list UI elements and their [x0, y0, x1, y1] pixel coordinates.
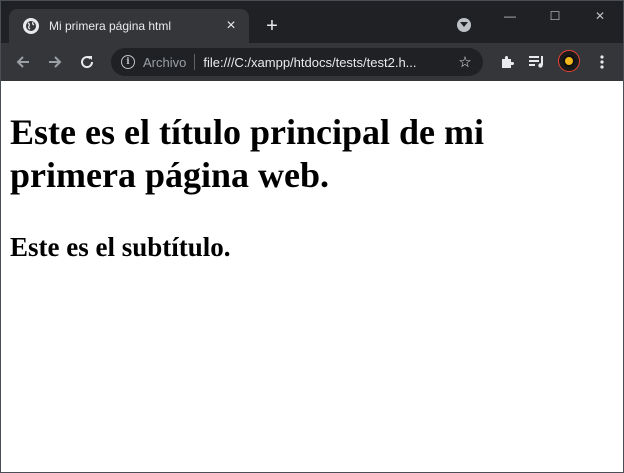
kebab-menu-icon[interactable]: [590, 50, 614, 74]
reload-icon[interactable]: [75, 50, 99, 74]
close-tab-icon[interactable]: ×: [221, 16, 241, 36]
scheme-label: Archivo: [143, 54, 187, 70]
browser-window: Mi primera página html × + — ☐ ✕ i Archi…: [0, 0, 624, 473]
tab-title: Mi primera página html: [49, 19, 172, 33]
page-heading: Este es el título principal de mi primer…: [10, 112, 484, 195]
globe-icon: [23, 18, 39, 34]
tab-strip: Mi primera página html × + — ☐ ✕: [1, 1, 623, 43]
browser-tab[interactable]: Mi primera página html ×: [9, 9, 249, 43]
playlist-icon[interactable]: [525, 50, 549, 74]
address-bar[interactable]: i Archivo file:///C:/xampp/htdocs/tests/…: [111, 48, 483, 76]
profile-avatar[interactable]: [558, 50, 580, 72]
puzzle-icon[interactable]: [495, 50, 519, 74]
arrow-left-icon[interactable]: [11, 50, 35, 74]
avatar-image: [563, 55, 575, 67]
browser-toolbar: i Archivo file:///C:/xampp/htdocs/tests/…: [1, 43, 623, 81]
address-divider: [194, 54, 196, 70]
maximize-button[interactable]: ☐: [532, 3, 578, 29]
arrow-right-icon[interactable]: [43, 50, 67, 74]
close-window-button[interactable]: ✕: [577, 3, 623, 29]
url-text[interactable]: file:///C:/xampp/htdocs/tests/test2.h...: [203, 55, 455, 70]
tab-search-icon[interactable]: [457, 18, 471, 32]
star-icon[interactable]: ☆: [455, 52, 475, 72]
new-tab-button[interactable]: +: [261, 15, 283, 37]
page-viewport: Este es el título principal de mi primer…: [1, 81, 623, 472]
info-icon[interactable]: i: [121, 55, 135, 69]
minimize-button[interactable]: —: [487, 3, 533, 29]
page-subheading: Este es el subtítulo.: [10, 232, 231, 262]
